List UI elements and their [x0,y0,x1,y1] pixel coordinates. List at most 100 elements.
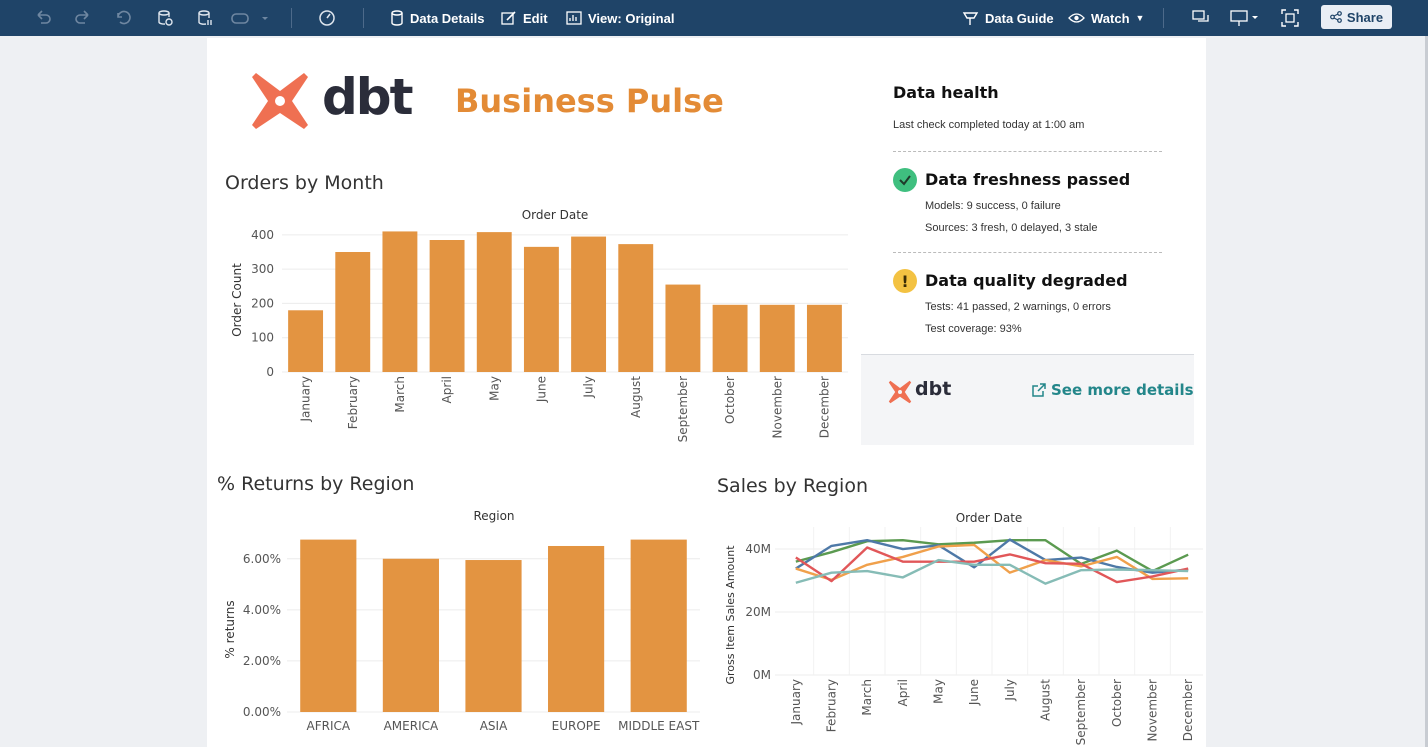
see-more-details-link[interactable]: See more details [1032,381,1194,399]
bar-november [759,304,795,372]
toolbar-divider [363,8,364,28]
x-tick-label: EUROPE [552,719,601,733]
y-axis-label: % returns [223,600,237,658]
sales-section-title: Sales by Region [717,475,868,497]
bar-june [523,246,559,372]
bar-europe [548,545,605,712]
chart-title: Region [473,509,514,523]
footer-logo-text: dbt [915,378,952,400]
data-health-title: Data health [893,83,999,102]
x-tick-label: October [1110,679,1124,727]
dashboard-title: Business Pulse [455,82,724,120]
x-tick-label: March [860,679,874,716]
x-tick-label: January [299,376,313,423]
bar-africa [300,539,357,712]
data-guide-icon [962,12,979,25]
watch-label: Watch [1091,10,1130,26]
edit-button[interactable]: Edit [501,0,548,36]
bar-middle-east [630,539,687,712]
redo-icon[interactable] [73,8,93,28]
bar-april [429,240,465,372]
x-tick-label: November [770,376,784,438]
x-tick-label: July [582,376,596,399]
x-tick-label: August [1039,679,1053,721]
eye-icon [1068,13,1085,23]
refresh-data-icon[interactable] [155,8,175,28]
check-circle-icon [893,168,917,192]
edit-icon [501,11,516,25]
x-tick-label: November [1146,679,1160,741]
quality-heading: Data quality degraded [925,271,1128,290]
y-tick-label: 0 [266,365,274,379]
present-mode-icon[interactable] [229,8,269,28]
y-axis-label: Order Count [230,263,244,337]
comments-icon[interactable] [1191,8,1211,28]
data-details-button[interactable]: Data Details [390,0,484,36]
view-original-button[interactable]: View: Original [566,0,674,36]
y-tick-label: 100 [251,331,274,345]
y-tick-label: 2.00% [243,654,281,668]
database-icon [391,10,403,26]
data-health-footer: dbt [861,354,1194,445]
y-tick-label: 40M [745,542,771,556]
undo-icon[interactable] [33,8,53,28]
download-icon[interactable] [1229,8,1263,28]
data-details-label: Data Details [410,10,485,26]
orders-by-month-chart: Order Date 0 100 200 300 400 Order Count Januar… [230,208,848,442]
bar-december [806,304,842,372]
bar-september [665,284,701,372]
y-tick-label: 6.00% [243,552,281,566]
y-tick-label: 0M [753,668,771,682]
y-tick-label: 4.00% [243,603,281,617]
returns-section-title: % Returns by Region [217,473,415,495]
data-guide-label: Data Guide [985,10,1054,26]
divider [893,151,1162,152]
x-tick-label: April [440,376,454,403]
warning-circle-icon: ! [893,269,917,293]
share-label: Share [1346,9,1384,25]
x-tick-label: February [825,679,839,732]
quality-tests: Tests: 41 passed, 2 warnings, 0 errors [925,301,1111,313]
toolbar-divider [1163,8,1164,28]
logo-text: dbt [322,68,413,126]
metrics-gauge-icon[interactable] [317,8,337,28]
x-tick-label: AMERICA [384,719,439,733]
dbt-logo: dbt [248,68,418,132]
toolbar-divider [291,8,292,28]
x-tick-label: March [393,376,407,413]
view-label: View: Original [588,10,675,26]
x-tick-label: September [1074,679,1088,745]
x-tick-label: August [629,376,643,418]
x-tick-label: September [676,376,690,442]
x-tick-label: MIDDLE EAST [618,719,700,733]
y-axis-label: Gross Item Sales Amount [724,545,737,685]
data-guide-button[interactable]: Data Guide [962,0,1054,36]
bar-may [476,232,512,372]
bar-july [571,236,607,372]
bar-february [335,252,371,372]
share-icon [1330,11,1342,23]
fullscreen-icon[interactable] [1280,8,1300,28]
x-tick-label: May [487,376,501,401]
x-tick-label: April [896,679,910,706]
bar-january [288,310,324,372]
watch-button[interactable]: Watch ▼ [1068,0,1144,36]
freshness-heading: Data freshness passed [925,170,1131,189]
share-button[interactable]: Share [1321,5,1392,29]
bar-august [618,244,654,372]
freshness-sources: Sources: 3 fresh, 0 delayed, 3 stale [925,222,1098,234]
chart-title: Order Date [522,208,589,222]
revert-icon[interactable] [113,8,133,28]
toolbar: Data Details Edit View: Original Data Gu… [0,0,1428,36]
x-tick-label: May [932,679,946,704]
pause-updates-icon[interactable] [195,8,215,28]
bar-asia [465,560,522,712]
data-health-subtitle: Last check completed today at 1:00 am [893,119,1085,131]
y-tick-label: 0.00% [243,705,281,719]
y-tick-label: 400 [251,228,274,242]
bar-october [712,304,748,372]
see-more-label: See more details [1051,381,1194,399]
x-tick-label: January [789,679,803,726]
bar-america [382,558,439,712]
x-tick-label: October [723,376,737,424]
